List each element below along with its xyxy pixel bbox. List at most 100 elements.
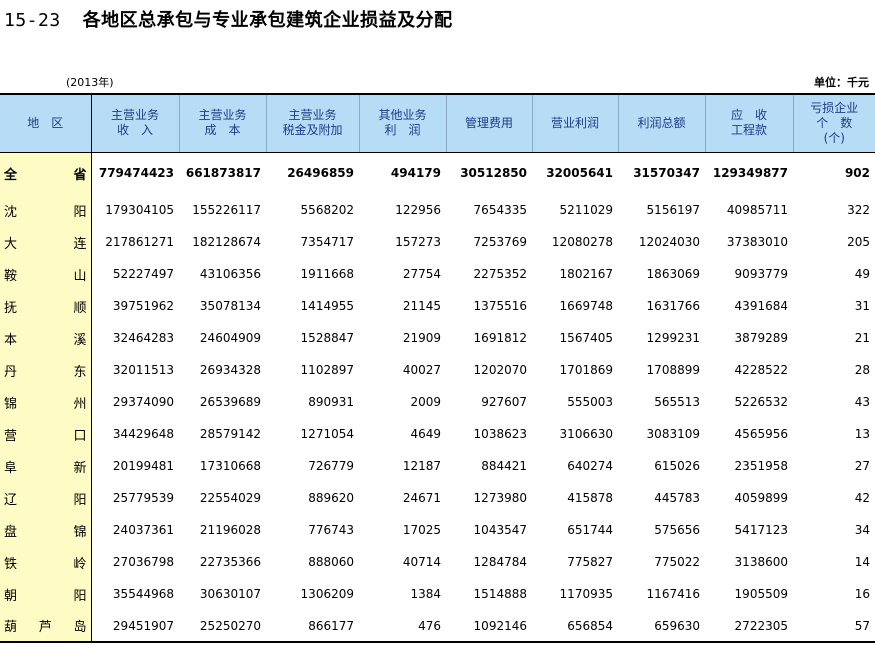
value-cell: 1273980 <box>473 491 527 505</box>
value-cell: 659630 <box>618 610 705 643</box>
value-cell: 24671 <box>402 491 441 505</box>
value-cell: 30630107 <box>199 587 261 601</box>
value-cell: 40027 <box>402 363 441 377</box>
table-row-total: 全省 779474423 661873817 26496859 494179 305128… <box>0 152 875 194</box>
value-cell: 1905509 <box>734 587 788 601</box>
table-row: 鞍山 52227497 43106356 1911668 27754 2275352 180… <box>0 258 875 290</box>
table-row: 丹东 32011513 26934328 1102897 40027 1202070 170… <box>0 354 875 386</box>
region-cell: 全省 <box>0 152 92 194</box>
column-header: 亏损企业 个 数 (个) <box>792 93 875 153</box>
value-cell: 494179 <box>390 166 441 181</box>
value-cell: 22735366 <box>199 555 261 569</box>
region-cell: 盘锦 <box>0 514 92 546</box>
region-char: 葫 <box>4 620 18 635</box>
region-char: 抚 <box>4 300 18 316</box>
value-cell: 34 <box>854 523 870 537</box>
value-cell: 1514888 <box>473 587 527 601</box>
value-cell: 42 <box>854 491 870 505</box>
value-cell: 35544968 <box>112 587 174 601</box>
value-cell: 888060 <box>308 555 354 569</box>
value-cell: 1299231 <box>646 331 700 345</box>
value-cell: 21 <box>854 331 870 345</box>
table-row: 铁岭 27036798 22735366 888060 40714 1284784 7758… <box>0 546 875 578</box>
region-char: 顺 <box>73 300 87 316</box>
region-char: 新 <box>73 460 87 476</box>
value-cell: 31 <box>854 299 870 313</box>
table-number: 15-23 <box>4 10 61 31</box>
value-cell: 1092146 <box>446 610 532 643</box>
value-cell: 651744 <box>567 523 613 537</box>
value-cell: 25779539 <box>112 491 174 505</box>
region-char: 口 <box>73 428 87 444</box>
table-title: 各地区总承包与专业承包建筑企业损益及分配 <box>82 10 453 31</box>
value-cell: 20199481 <box>112 459 174 473</box>
value-cell: 5417123 <box>734 523 788 537</box>
value-cell: 565513 <box>654 395 700 409</box>
value-cell: 1170935 <box>559 587 613 601</box>
value-cell: 217861271 <box>105 235 174 249</box>
value-cell: 2722305 <box>705 610 793 643</box>
value-cell: 5226532 <box>734 395 788 409</box>
value-cell: 32464283 <box>112 331 174 345</box>
value-cell: 1528847 <box>300 331 354 345</box>
value-cell: 4565956 <box>734 427 788 441</box>
region-char: 阜 <box>4 460 18 476</box>
column-header: 利润总额 <box>617 93 705 153</box>
value-cell: 1038623 <box>473 427 527 441</box>
value-cell: 1863069 <box>646 267 700 281</box>
column-header: 应 收 工程款 <box>704 93 793 153</box>
value-cell: 37383010 <box>726 235 788 249</box>
column-header: 营业利润 <box>531 93 618 153</box>
value-cell: 415878 <box>567 491 613 505</box>
value-cell: 1043547 <box>473 523 527 537</box>
region-char: 盘 <box>4 524 18 540</box>
column-header: 主营业务 税金及附加 <box>265 93 359 153</box>
page-title: 15-23 各地区总承包与专业承包建筑企业损益及分配 <box>4 6 453 32</box>
value-cell: 575656 <box>654 523 700 537</box>
value-cell: 122956 <box>395 203 441 217</box>
value-cell: 7354717 <box>300 235 354 249</box>
column-header: 其他业务 利 润 <box>358 93 446 153</box>
value-cell: 775022 <box>654 555 700 569</box>
data-table: 地 区主营业务 收 入主营业务 成 本主营业务 税金及附加 其他业务 利 润管理费… <box>0 93 875 643</box>
value-cell: 7654335 <box>473 203 527 217</box>
value-cell: 13 <box>854 427 870 441</box>
value-cell: 1271054 <box>300 427 354 441</box>
value-cell: 661873817 <box>185 166 261 181</box>
region-char: 岛 <box>73 620 87 635</box>
region-char: 辽 <box>4 492 18 508</box>
value-cell: 32011513 <box>112 363 174 377</box>
value-cell: 7253769 <box>473 235 527 249</box>
table-body: 全省 779474423 661873817 26496859 494179 305128… <box>0 152 875 643</box>
region-char: 鞍 <box>4 268 18 284</box>
region-char: 岭 <box>73 556 87 572</box>
value-cell: 1375516 <box>473 299 527 313</box>
region-char: 连 <box>73 236 87 252</box>
value-cell: 31570347 <box>633 166 700 181</box>
table-row: 葫 芦 岛 29451907 25250270 866177 476 1092146 65685… <box>0 610 875 643</box>
value-cell: 4228522 <box>734 363 788 377</box>
value-cell: 1691812 <box>473 331 527 345</box>
value-cell: 43 <box>854 395 870 409</box>
value-cell: 1708899 <box>646 363 700 377</box>
value-cell: 43106356 <box>199 267 261 281</box>
value-cell: 726779 <box>308 459 354 473</box>
value-cell: 57 <box>793 610 875 643</box>
value-cell: 4391684 <box>734 299 788 313</box>
value-cell: 4649 <box>410 427 441 441</box>
value-cell: 17310668 <box>199 459 261 473</box>
region-cell: 大连 <box>0 226 92 258</box>
value-cell: 5156197 <box>646 203 700 217</box>
value-cell: 1202070 <box>473 363 527 377</box>
value-cell: 1911668 <box>300 267 354 281</box>
value-cell: 1631766 <box>646 299 700 313</box>
value-cell: 1669748 <box>559 299 613 313</box>
value-cell: 640274 <box>567 459 613 473</box>
value-cell: 22554029 <box>199 491 261 505</box>
value-cell: 29451907 <box>91 610 179 643</box>
value-cell: 35078134 <box>199 299 261 313</box>
value-cell: 49 <box>854 267 870 281</box>
region-char: 营 <box>4 428 18 444</box>
value-cell: 28 <box>854 363 870 377</box>
value-cell: 3138600 <box>734 555 788 569</box>
